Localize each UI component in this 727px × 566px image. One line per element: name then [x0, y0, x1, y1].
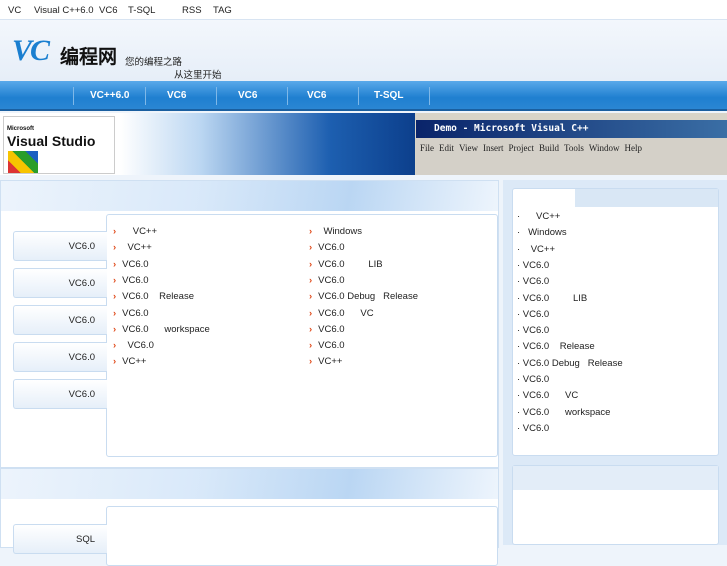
sidebar-link[interactable]: · VC6.0 [517, 374, 549, 385]
sidebar-link[interactable]: · VC++ [517, 244, 555, 255]
article-link[interactable]: VC6.0 [113, 308, 148, 319]
visual-studio-box-image: Microsoft Visual Studio [3, 116, 115, 174]
main-nav: VC++6.0 VC6 VC6 VC6 T-SQL [0, 81, 727, 111]
vc-menu-item: Tools [564, 143, 584, 153]
nav-item[interactable]: VC6 [307, 90, 326, 101]
nav-item[interactable]: VC6 [238, 90, 257, 101]
sidebar-link[interactable]: · VC6.0 VC [517, 390, 578, 401]
panel-tab[interactable]: VC6.0 [13, 305, 107, 335]
sidebar-link[interactable]: · VC6.0 [517, 423, 549, 434]
article-link[interactable]: VC6.0 [309, 340, 344, 351]
vc-menu-item: Build [538, 143, 559, 153]
panel-tab[interactable]: VC6.0 [13, 342, 107, 372]
panel-tab[interactable]: VC6.0 [13, 379, 107, 409]
logo[interactable]: VC [12, 34, 50, 68]
slogan: 您的编程之路 [125, 57, 183, 68]
article-link[interactable]: VC6.0 VC [309, 308, 373, 319]
sidebar-link[interactable]: · VC6.0 workspace [517, 407, 610, 418]
top-link-bar: VC Visual C++6.0 VC6 T-SQL RSS TAG [0, 0, 727, 20]
sidebar-link[interactable]: · VC6.0 Release [517, 341, 595, 352]
vc-menu-item: View [459, 143, 478, 153]
vc-menu-item: Project [508, 143, 534, 153]
article-link[interactable]: VC6.0 [309, 275, 344, 286]
article-link[interactable]: VC++ [113, 356, 146, 367]
top-link[interactable]: Visual C++6.0 [34, 5, 94, 16]
article-link[interactable]: VC6.0 Debug Release [309, 291, 418, 302]
panel-tab[interactable]: VC6.0 [13, 268, 107, 298]
article-link[interactable]: VC6.0 [309, 324, 344, 335]
sidebar-box-2 [512, 465, 719, 545]
vc-menu-item: Edit [439, 143, 455, 153]
vs-title: Visual Studio [7, 133, 96, 149]
article-link[interactable]: VC6.0 LIB [309, 259, 382, 270]
nav-item[interactable]: VC6 [167, 90, 186, 101]
vc-menu: File Edit View Insert Project Build Tools Windo… [420, 143, 647, 153]
vc-menu-item: File [420, 143, 435, 153]
article-panel: VC6.0 VC6.0 VC6.0 VC6.0 VC6.0 VC++ VC++ V… [0, 180, 499, 468]
sidebar-link[interactable]: · VC6.0 [517, 309, 549, 320]
rss-link[interactable]: RSS [182, 5, 202, 16]
nav-item[interactable]: VC++6.0 [90, 90, 129, 101]
panel-tab-sql[interactable]: SQL [13, 524, 107, 554]
top-link[interactable]: VC [8, 5, 21, 16]
sidebar-link[interactable]: · VC6.0 Debug Release [517, 358, 623, 369]
sql-panel: SQL [0, 468, 499, 566]
article-link[interactable]: VC6.0 [113, 259, 148, 270]
logo-text: 编程网 [60, 47, 118, 68]
sidebar-tab-bar [575, 189, 718, 207]
article-link[interactable]: VC6.0 [113, 340, 153, 351]
top-link[interactable]: VC6 [99, 5, 117, 16]
panel-tab[interactable]: VC6.0 [13, 231, 107, 261]
article-link[interactable]: VC6.0 workspace [113, 324, 210, 335]
vc-window-title: Demo - Microsoft Visual C++ [416, 120, 727, 138]
article-link[interactable]: VC++ [309, 356, 342, 367]
slogan: 从这里开始 [174, 70, 222, 81]
tag-link[interactable]: TAG [213, 5, 232, 16]
sidebar-link[interactable]: · VC6.0 [517, 260, 549, 271]
top-link[interactable]: T-SQL [128, 5, 155, 16]
article-link[interactable]: Windows [309, 226, 362, 237]
article-link[interactable]: VC++ [113, 226, 157, 237]
article-link[interactable]: VC6.0 [113, 275, 148, 286]
sidebar-link[interactable]: · VC6.0 [517, 325, 549, 336]
vc-menu-item: Window [588, 143, 620, 153]
article-link[interactable]: VC6.0 Release [113, 291, 194, 302]
sidebar-link[interactable]: · VC6.0 LIB [517, 293, 587, 304]
vc-menu-item: Help [624, 143, 643, 153]
sidebar-link[interactable]: · Windows [517, 227, 567, 238]
sidebar-link[interactable]: · VC6.0 [517, 276, 549, 287]
sidebar-link[interactable]: · VC++ [517, 211, 560, 222]
article-link[interactable]: VC++ [113, 242, 151, 253]
nav-item[interactable]: T-SQL [374, 90, 403, 101]
vc-menu-item: Insert [482, 143, 504, 153]
article-link[interactable]: VC6.0 [309, 242, 344, 253]
